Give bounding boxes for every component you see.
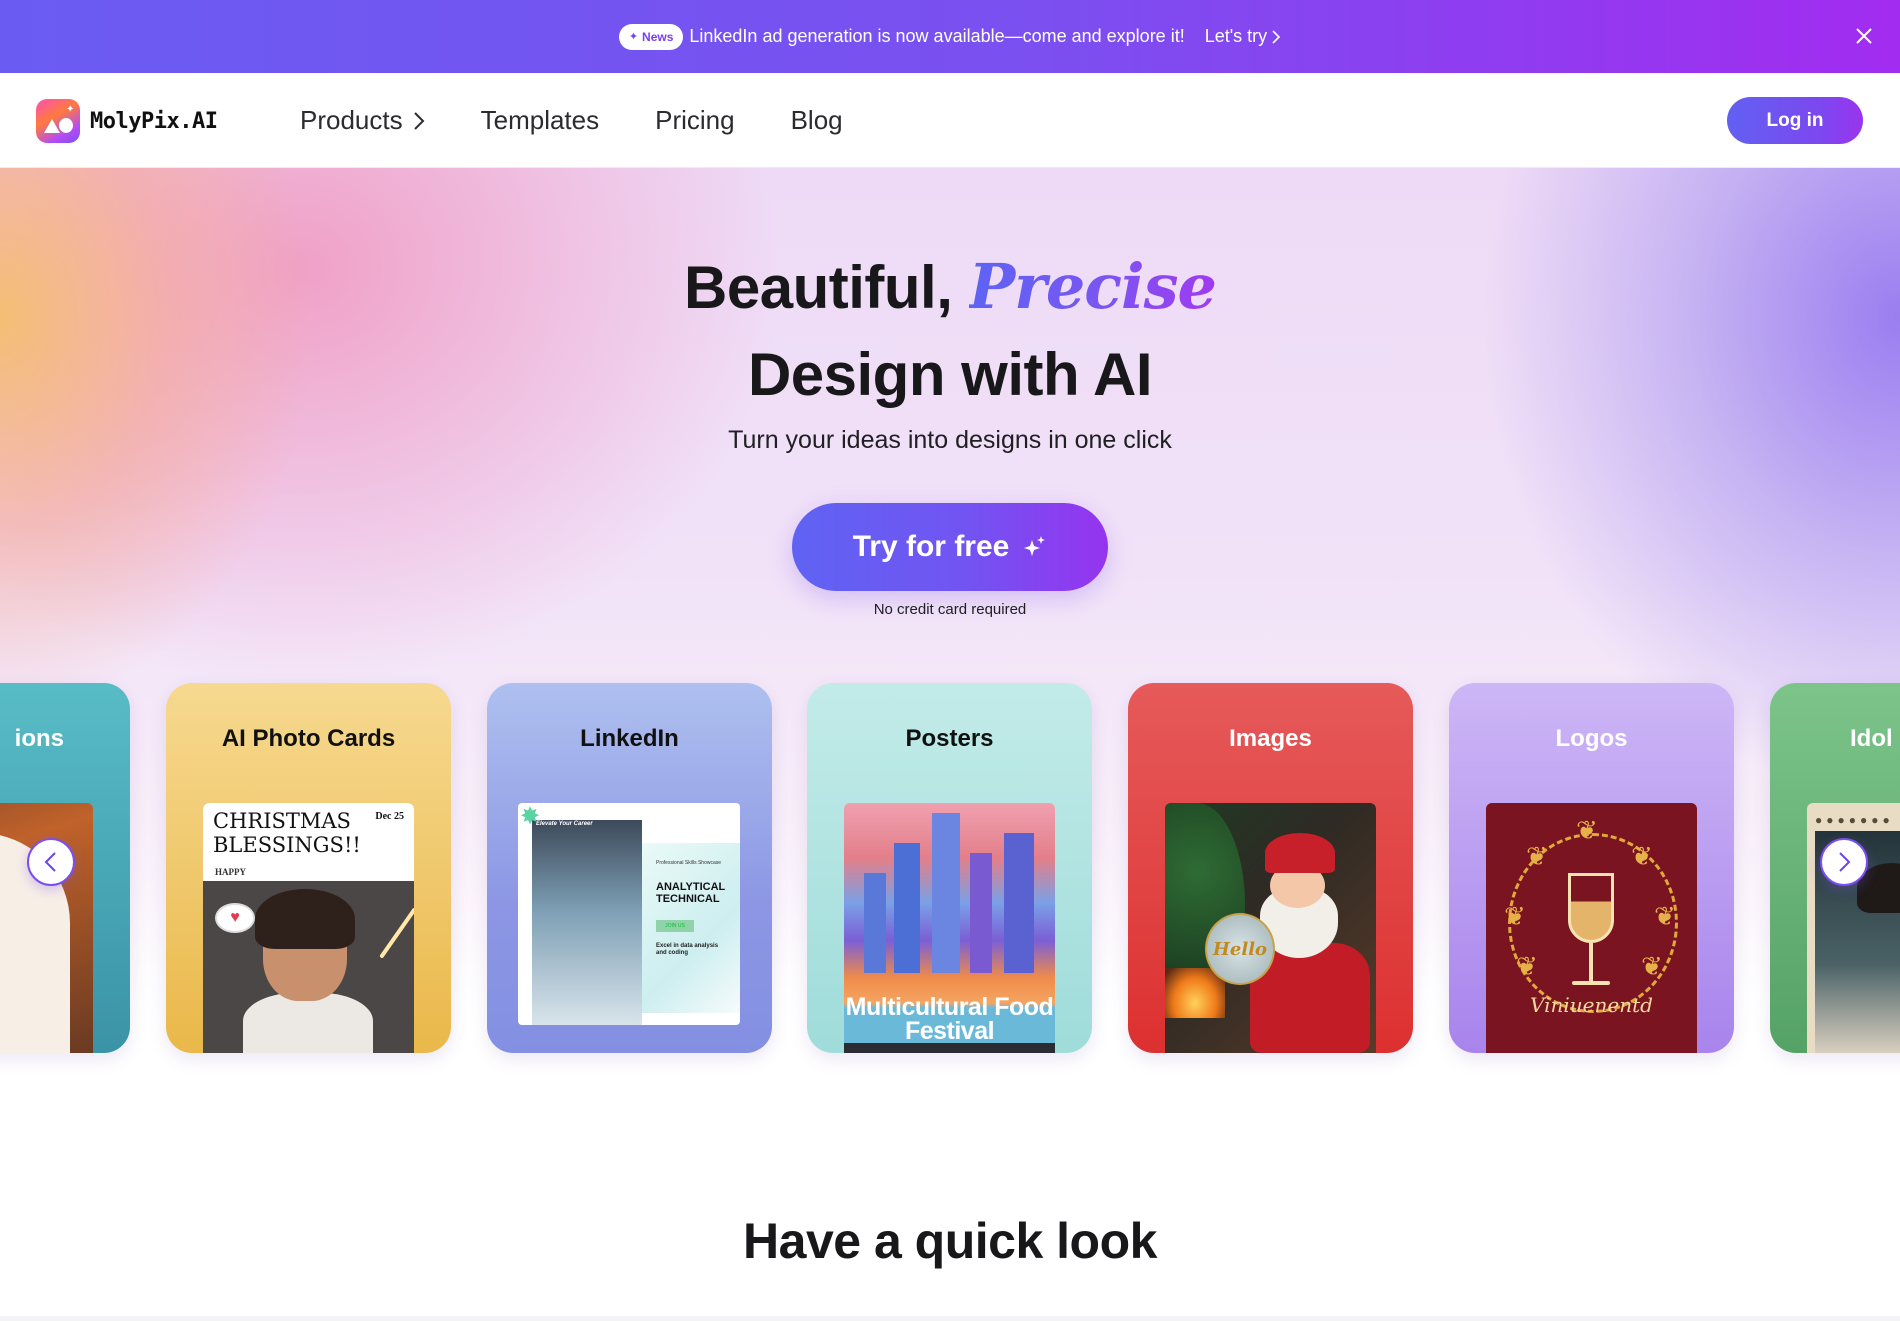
- heart-icon: ♥: [215, 903, 255, 933]
- headline-accent: Precise: [968, 250, 1217, 323]
- top-navigation: ✦ MolyPix.AI Products Templates Pricing …: [0, 73, 1900, 168]
- product-carousel: ions tude TO OUR G DINNER LY RING | 5:00…: [0, 683, 1900, 1055]
- photo-card-thumbnail: CHRISTMAS BLESSINGS!! Dec 25 HAPPY ♥: [203, 803, 414, 1053]
- sparkle-icon: ✦: [628, 31, 639, 43]
- lets-try-label: Let's try: [1204, 26, 1268, 46]
- card-logos[interactable]: Logos ❦ ❦ ❦ ❦ ❦ ❦ ❦ Viniuenentd: [1449, 683, 1734, 1053]
- close-banner-button[interactable]: [1850, 22, 1878, 50]
- chevron-right-icon: [1839, 852, 1851, 872]
- news-badge: ✦ News: [618, 23, 684, 50]
- linkedin-thumbnail: ✸ Elevate Your Career Professional Skill…: [518, 803, 740, 1025]
- announcement-banner: ✦ News LinkedIn ad generation is now ava…: [0, 0, 1900, 73]
- login-button[interactable]: Log in: [1727, 97, 1863, 144]
- try-for-free-label: Try for free: [852, 530, 1010, 563]
- card-title: Images: [1229, 725, 1312, 752]
- sparkles-icon: [1024, 536, 1046, 556]
- news-badge-label: News: [642, 29, 674, 44]
- chevron-right-icon: [413, 111, 425, 130]
- card-posters[interactable]: Posters Multicultural Food Festival: [807, 683, 1092, 1053]
- announcement-message: LinkedIn ad generation is now available—…: [689, 26, 1185, 46]
- logos-thumbnail: ❦ ❦ ❦ ❦ ❦ ❦ ❦ Viniuenentd: [1486, 803, 1697, 1053]
- card-title: AI Photo Cards: [221, 725, 396, 752]
- hero-subtitle: Turn your ideas into designs in one clic…: [728, 426, 1172, 454]
- nav-products[interactable]: Products: [300, 105, 425, 136]
- chevron-left-icon: [44, 852, 56, 872]
- hero-headline: Beautiful, Precise: [0, 250, 1900, 323]
- section-divider: [0, 1316, 1900, 1321]
- card-title: Logos: [1555, 725, 1628, 752]
- card-ai-photo-cards[interactable]: AI Photo Cards CHRISTMAS BLESSINGS!! Dec…: [166, 683, 451, 1053]
- card-title: Posters: [905, 725, 994, 752]
- nav-links: Products Templates Pricing Blog: [300, 73, 899, 168]
- chevron-right-icon: [1272, 29, 1281, 44]
- card-images[interactable]: Images Hello: [1128, 683, 1413, 1053]
- images-thumbnail: Hello: [1165, 803, 1376, 1053]
- card-linkedin[interactable]: LinkedIn ✸ Elevate Your Career Professio…: [487, 683, 772, 1053]
- nav-templates[interactable]: Templates: [481, 105, 600, 136]
- nav-pricing[interactable]: Pricing: [655, 105, 734, 136]
- logo-icon: ✦: [36, 99, 80, 143]
- carousel-prev-button[interactable]: [27, 838, 75, 886]
- card-title: ions: [14, 725, 64, 752]
- nav-products-label: Products: [300, 105, 403, 135]
- brand-logo[interactable]: ✦ MolyPix.AI: [36, 99, 218, 143]
- brand-name: MolyPix.AI: [90, 108, 218, 134]
- announcement-content: ✦ News LinkedIn ad generation is now ava…: [618, 23, 1281, 50]
- carousel-next-button[interactable]: [1820, 838, 1868, 886]
- card-title: Idol: [1850, 725, 1893, 752]
- nav-blog[interactable]: Blog: [791, 105, 843, 136]
- quick-look-heading: Have a quick look: [743, 1213, 1157, 1269]
- close-icon: [1856, 28, 1872, 44]
- try-for-free-button[interactable]: Try for free: [792, 503, 1108, 591]
- card-title: LinkedIn: [580, 725, 679, 752]
- poster-thumbnail: Multicultural Food Festival: [844, 803, 1055, 1053]
- headline-part1: Beautiful,: [684, 254, 953, 321]
- lets-try-link[interactable]: Let's try: [1205, 26, 1281, 47]
- hero-headline-line2: Design with AI: [747, 341, 1153, 408]
- no-credit-card-note: No credit card required: [873, 601, 1027, 618]
